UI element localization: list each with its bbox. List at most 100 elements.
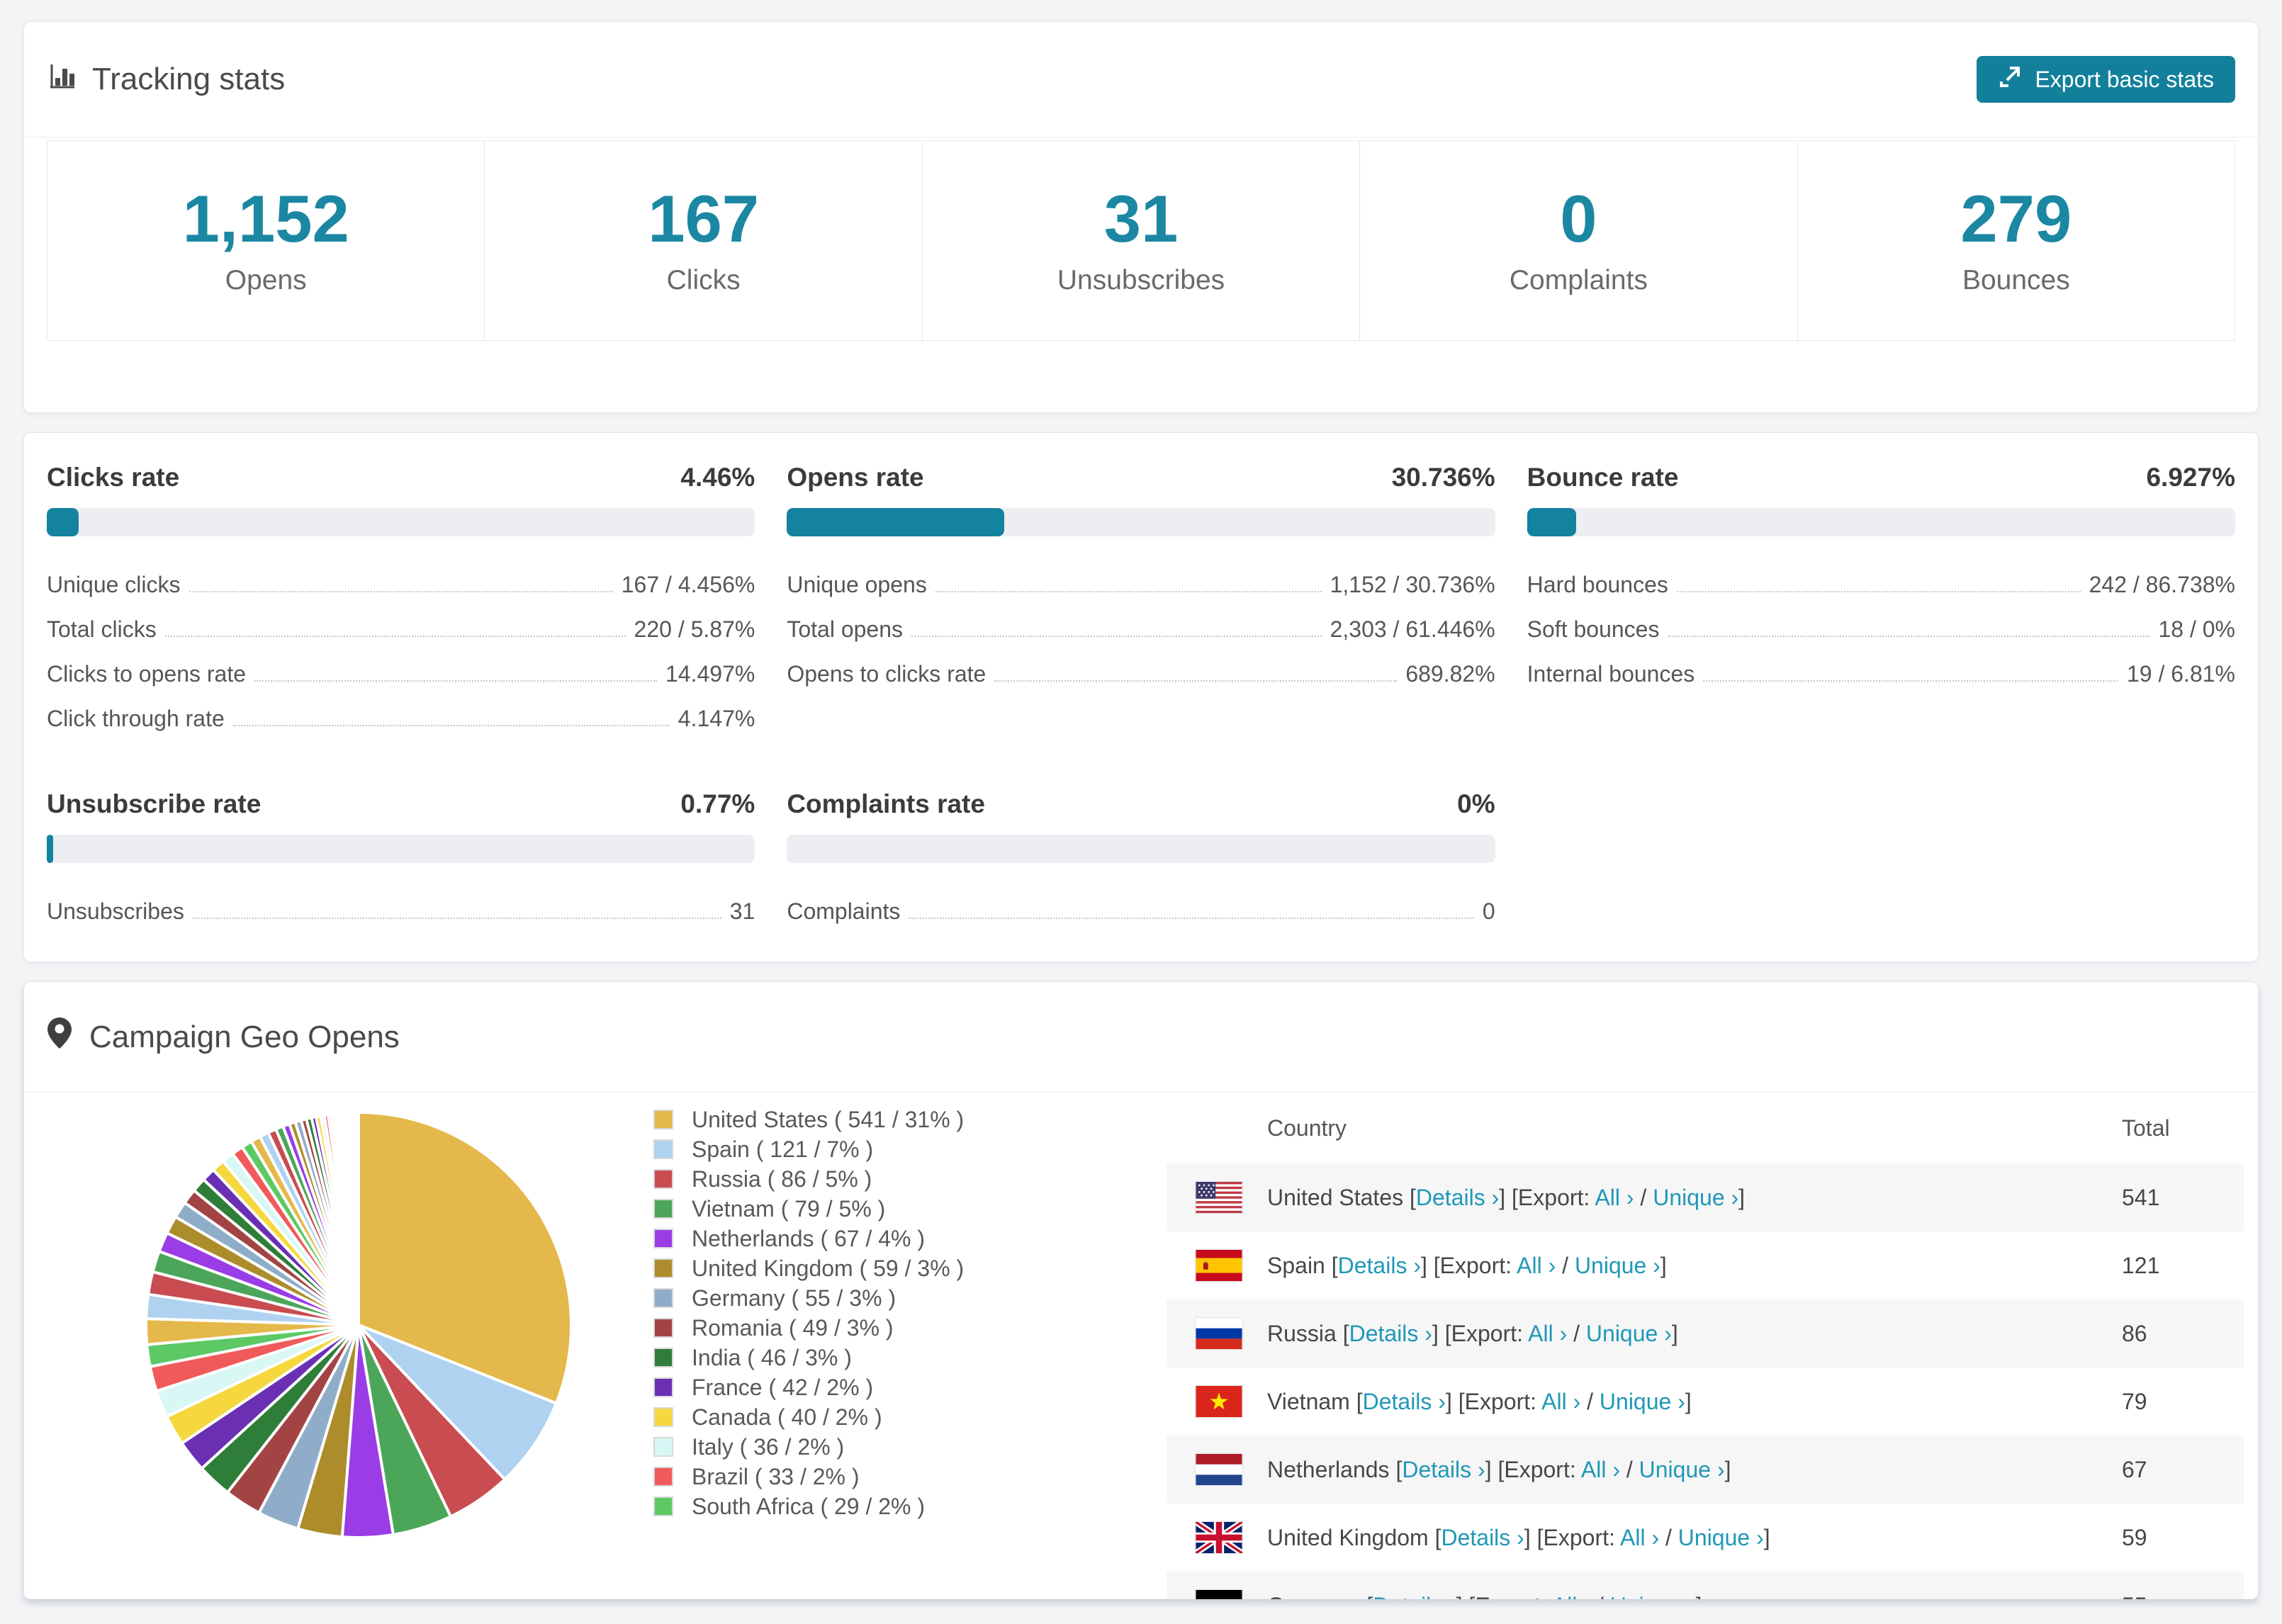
legend-item-netherlands: Netherlands ( 67 / 4% ) — [653, 1225, 964, 1251]
details-link[interactable]: Details › — [1349, 1321, 1432, 1346]
export-button-label: Export basic stats — [2035, 66, 2214, 92]
legend-swatch — [653, 1229, 673, 1248]
legend-swatch — [653, 1496, 673, 1516]
export-unique-link[interactable]: Unique › — [1575, 1253, 1660, 1278]
vn-flag-icon — [1195, 1385, 1243, 1418]
progress-bar-fill — [1527, 508, 1576, 536]
legend-label: Canada ( 40 / 2% ) — [692, 1404, 882, 1430]
details-link[interactable]: Details › — [1338, 1253, 1421, 1278]
row-label: Soft bounces — [1527, 616, 1660, 642]
dotted-leader — [164, 636, 626, 637]
stat-value: 279 — [1960, 181, 2072, 256]
legend-item-france: France ( 42 / 2% ) — [653, 1375, 964, 1400]
dotted-leader — [994, 680, 1398, 682]
row-value: 14.497% — [665, 661, 755, 687]
dotted-leader — [254, 680, 657, 682]
pie-slice-other[interactable] — [356, 1110, 360, 1326]
details-link[interactable]: Details › — [1373, 1593, 1456, 1600]
dotted-leader — [1668, 636, 2150, 637]
export-all-link[interactable]: All › — [1595, 1185, 1634, 1210]
export-unique-link[interactable]: Unique › — [1639, 1457, 1725, 1482]
details-link[interactable]: Details › — [1441, 1525, 1524, 1550]
rate-stat-row: Click through rate 4.147% — [47, 706, 755, 732]
rate-value: 6.927% — [2146, 463, 2235, 492]
row-value: 2,303 / 61.446% — [1330, 616, 1495, 642]
tracking-stats-title-wrap: Tracking stats — [47, 61, 285, 98]
progress-bar-track — [787, 508, 1495, 536]
dotted-leader — [1703, 680, 2118, 682]
export-all-link[interactable]: All › — [1581, 1457, 1620, 1482]
legend-item-united-kingdom: United Kingdom ( 59 / 3% ) — [653, 1255, 965, 1281]
details-link[interactable]: Details › — [1416, 1185, 1499, 1210]
legend-label: Germany ( 55 / 3% ) — [692, 1285, 896, 1311]
export-unique-link[interactable]: Unique › — [1610, 1593, 1696, 1600]
row-value: 167 / 4.456% — [621, 572, 755, 597]
country-cell: United States [Details ›] [Export: All ›… — [1267, 1184, 1746, 1210]
export-all-link[interactable]: All › — [1528, 1321, 1567, 1346]
export-unique-link[interactable]: Unique › — [1653, 1185, 1738, 1210]
stat-label: Complaints — [1509, 264, 1648, 295]
legend-label: United Kingdom ( 59 / 3% ) — [692, 1255, 965, 1281]
export-all-link[interactable]: All › — [1541, 1389, 1580, 1414]
legend-label: India ( 46 / 3% ) — [692, 1344, 852, 1370]
export-unique-link[interactable]: Unique › — [1678, 1525, 1764, 1550]
legend-item-india: India ( 46 / 3% ) — [653, 1344, 964, 1370]
country-name: Vietnam — [1267, 1388, 1350, 1414]
legend-item-russia: Russia ( 86 / 5% ) — [653, 1166, 964, 1192]
total-cell: 86 — [2122, 1320, 2147, 1346]
details-link[interactable]: Details › — [1363, 1389, 1446, 1414]
row-label: Total opens — [787, 616, 903, 642]
legend-swatch — [653, 1407, 673, 1427]
geo-table-row-us: United States [Details ›] [Export: All ›… — [1167, 1163, 2244, 1231]
total-cell: 121 — [2122, 1252, 2160, 1278]
us-flag-icon — [1195, 1181, 1243, 1214]
legend-swatch — [653, 1199, 673, 1219]
rate-stat-row: Unique clicks 167 / 4.456% — [47, 572, 755, 598]
stat-value: 0 — [1560, 181, 1597, 256]
rate-title: Opens rate — [787, 463, 924, 492]
total-cell: 79 — [2122, 1388, 2147, 1414]
country-name: Germany — [1267, 1593, 1361, 1600]
legend-label: Spain ( 121 / 7% ) — [692, 1136, 874, 1162]
ru-flag-icon — [1195, 1317, 1243, 1350]
legend-swatch — [653, 1258, 673, 1278]
country-cell: Netherlands [Details ›] [Export: All › /… — [1267, 1456, 1731, 1482]
rate-stat-row: Unsubscribes 31 — [47, 898, 755, 925]
country-name: Russia — [1267, 1320, 1337, 1346]
de-flag-icon — [1195, 1589, 1243, 1599]
legend-label: South Africa ( 29 / 2% ) — [692, 1493, 926, 1519]
total-cell: 59 — [2122, 1524, 2147, 1550]
legend-label: Italy ( 36 / 2% ) — [692, 1433, 845, 1460]
flag-column-spacer — [1195, 1112, 1243, 1144]
export-unique-link[interactable]: Unique › — [1600, 1389, 1685, 1414]
export-all-link[interactable]: All › — [1517, 1253, 1556, 1278]
rate-title: Clicks rate — [47, 463, 180, 492]
stat-value: 167 — [648, 181, 760, 256]
legend-item-germany: Germany ( 55 / 3% ) — [653, 1285, 964, 1311]
legend-item-vietnam: Vietnam ( 79 / 5% ) — [653, 1196, 964, 1222]
legend-label: United States ( 541 / 31% ) — [692, 1106, 965, 1132]
export-basic-stats-button[interactable]: Export basic stats — [1977, 56, 2235, 103]
rate-stat-row: Unique opens 1,152 / 30.736% — [787, 572, 1495, 598]
legend-label: Netherlands ( 67 / 4% ) — [692, 1225, 926, 1251]
row-value: 242 / 86.738% — [2089, 572, 2235, 597]
legend-item-romania: Romania ( 49 / 3% ) — [653, 1315, 964, 1341]
details-link[interactable]: Details › — [1402, 1457, 1485, 1482]
geo-table-row-es: Spain [Details ›] [Export: All › / Uniqu… — [1167, 1231, 2244, 1299]
legend-item-south-africa: South Africa ( 29 / 2% ) — [653, 1493, 964, 1519]
export-unique-link[interactable]: Unique › — [1586, 1321, 1672, 1346]
geo-table-row-ru: Russia [Details ›] [Export: All › / Uniq… — [1167, 1299, 2244, 1368]
summary-stat-complaints: 0 Complaints — [1360, 141, 1798, 340]
summary-stat-clicks: 167 Clicks — [485, 141, 923, 340]
total-cell: 541 — [2122, 1184, 2160, 1210]
geo-opens-table: Country Total United States [Details ›] [E… — [1167, 1093, 2244, 1600]
geo-table-row-de: Germany [Details ›] [Export: All › / Uni… — [1167, 1572, 2244, 1600]
legend-label: Brazil ( 33 / 2% ) — [692, 1463, 860, 1489]
country-cell: Russia [Details ›] [Export: All › / Uniq… — [1267, 1320, 1678, 1346]
row-value: 4.147% — [678, 706, 755, 731]
stat-label: Bounces — [1962, 264, 2070, 295]
export-all-link[interactable]: All › — [1552, 1593, 1591, 1600]
export-all-link[interactable]: All › — [1620, 1525, 1659, 1550]
pie-legend: United States ( 541 / 31% ) Spain ( 121 /… — [653, 1106, 965, 1525]
row-value: 31 — [729, 898, 755, 924]
